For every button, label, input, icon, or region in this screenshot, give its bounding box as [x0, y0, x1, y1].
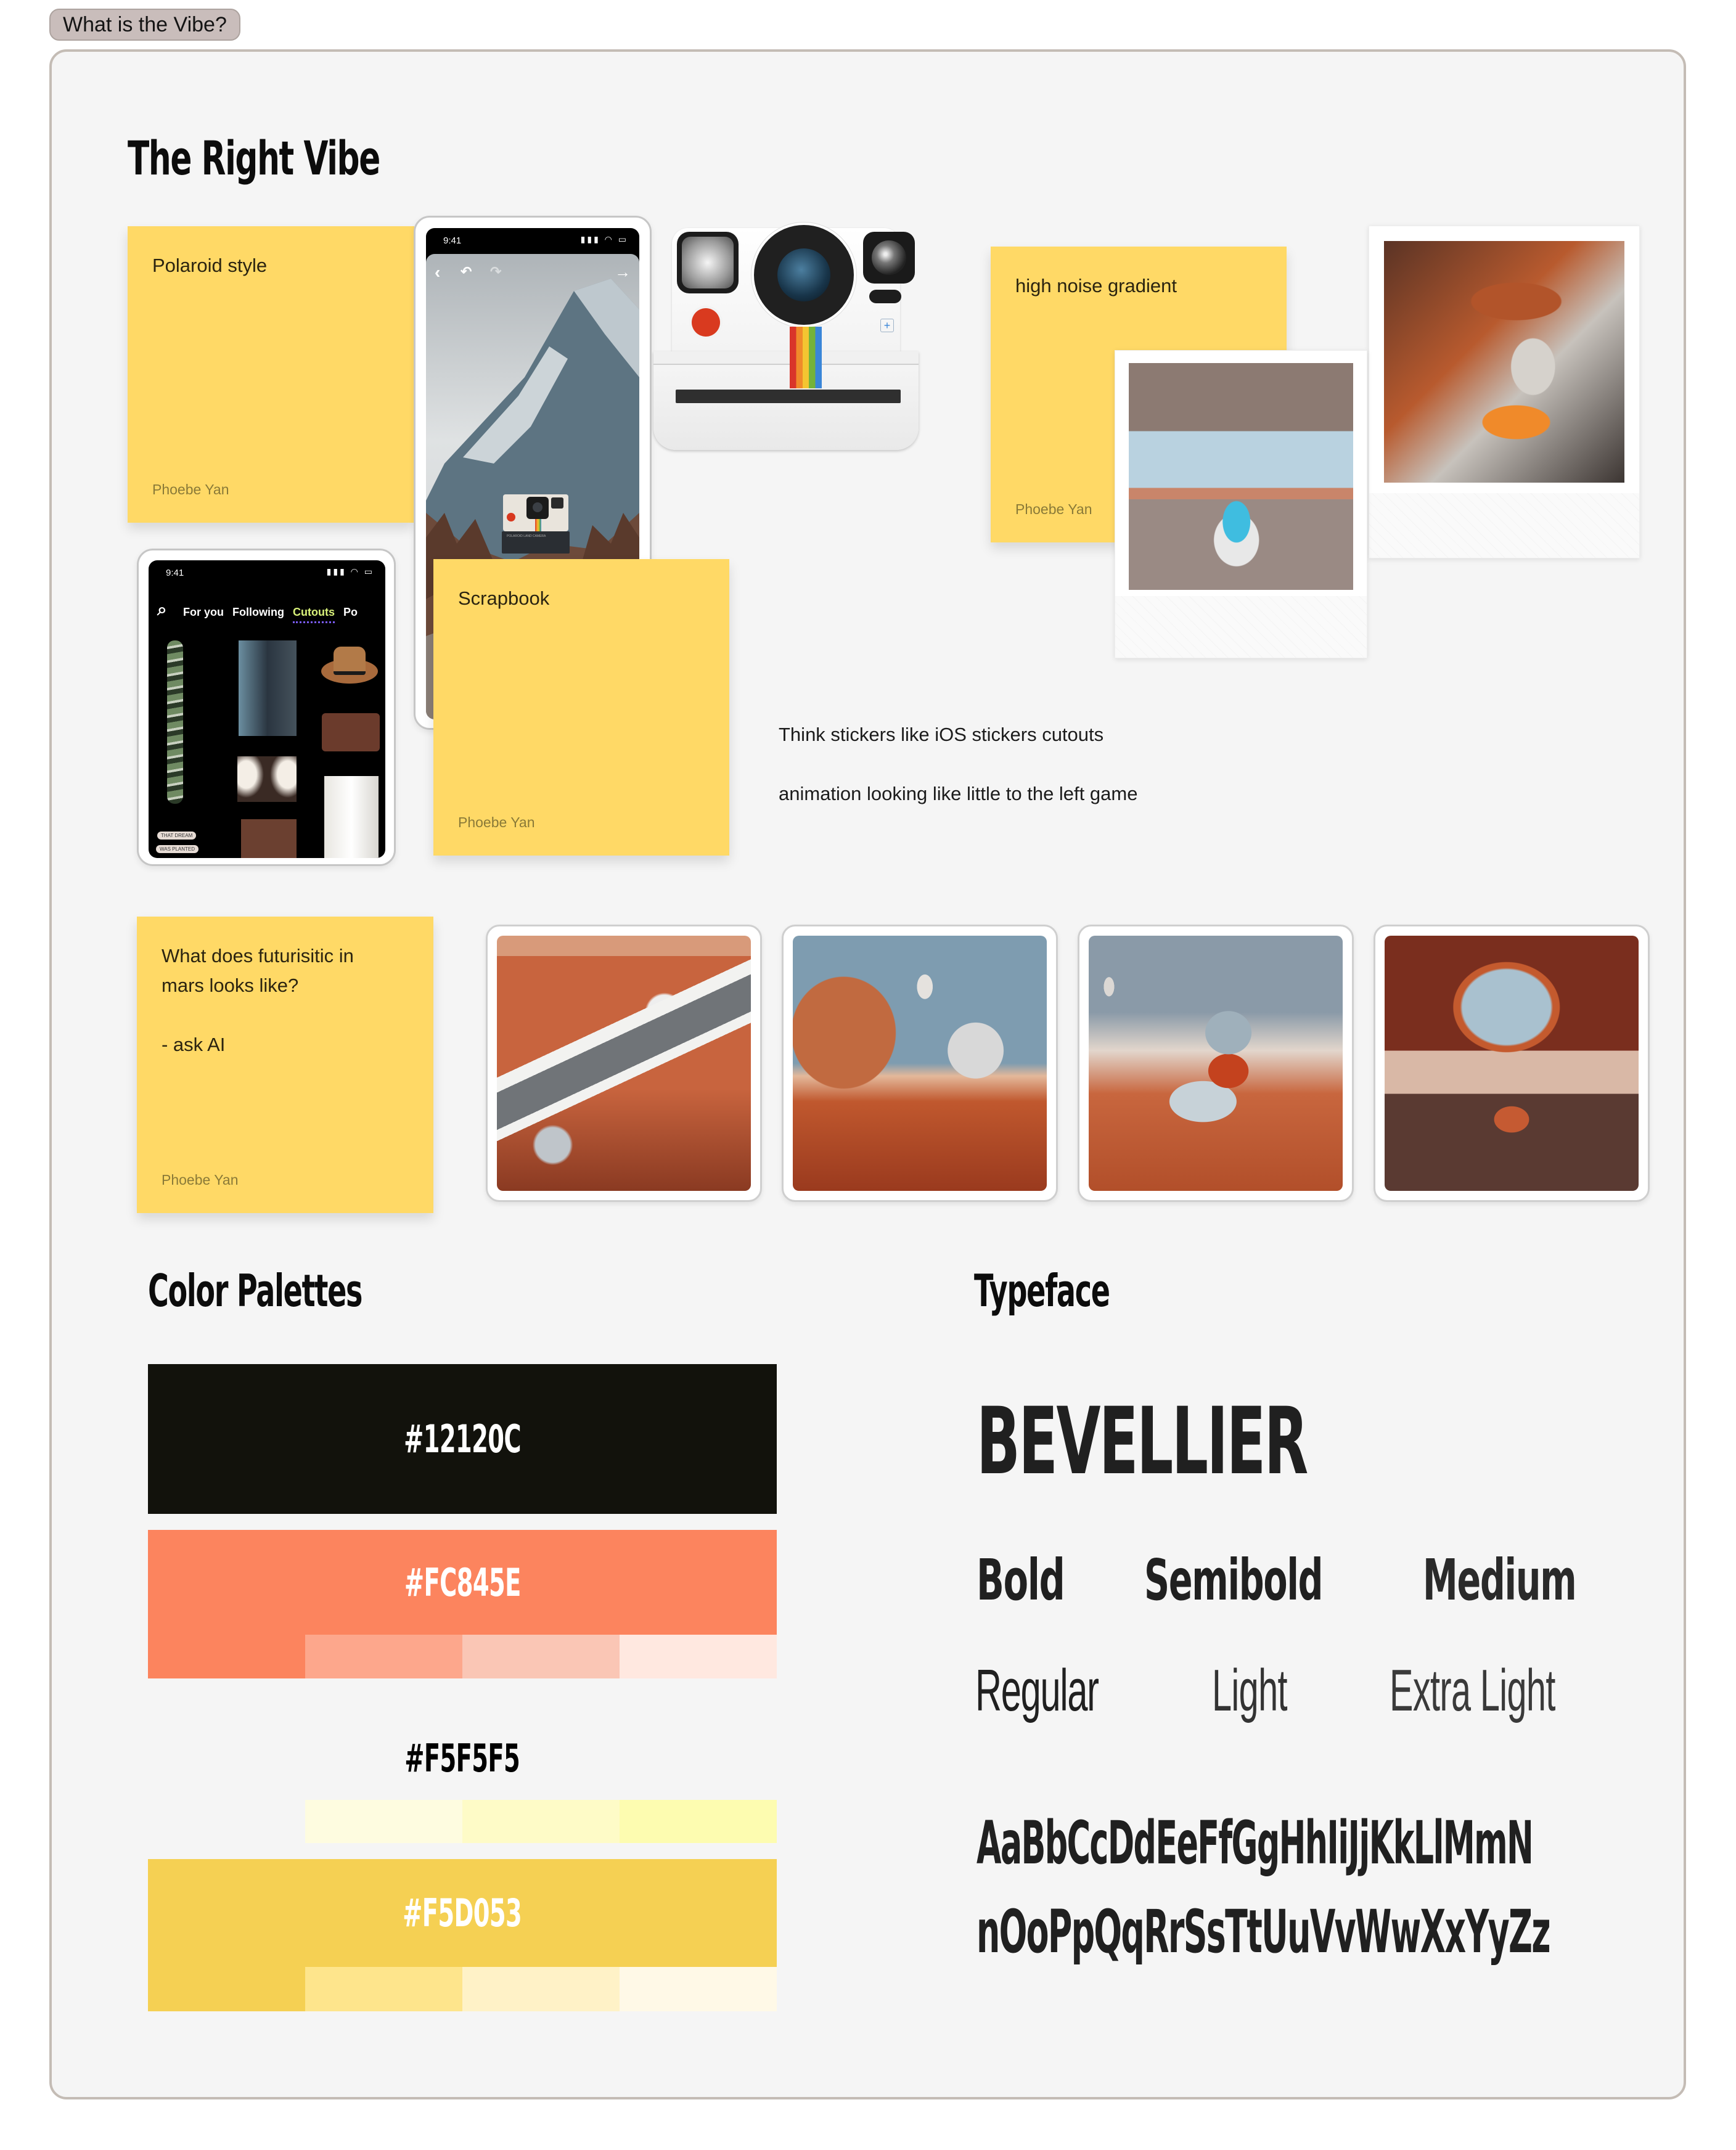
- weight-light: Light: [1212, 1657, 1288, 1723]
- status-time: 9:41: [443, 235, 462, 246]
- weight-extra-light: Extra Light: [1390, 1657, 1555, 1723]
- butterfly-sticker: [237, 756, 297, 802]
- sticky-author: Phoebe Yan: [162, 1172, 239, 1188]
- sticker-text-1: THAT DREAM: [157, 832, 197, 840]
- alphabet-line-2: nOoPpQqRrSsTtUuVvWwXxYyZz: [976, 1897, 1551, 1966]
- tint-1[interactable]: [305, 1800, 462, 1843]
- polaroid-camera-image: +: [653, 225, 919, 453]
- rainbow-stripe: [790, 327, 822, 388]
- feed-tabs: For you Following Cutouts Po: [183, 606, 358, 623]
- mars-image-card-2[interactable]: [782, 925, 1058, 1202]
- swatch-label: #12120C: [404, 1416, 521, 1461]
- window-seat-sticker: [239, 640, 297, 736]
- status-time: 9:41: [166, 568, 184, 578]
- robot-room-photo: [1129, 363, 1353, 590]
- book-sticker: [241, 819, 297, 858]
- polaroid-card-robot-room[interactable]: [1115, 350, 1367, 658]
- swatch-label: #FC845E: [404, 1559, 521, 1605]
- plus-icon: +: [880, 319, 894, 332]
- shutter-button-icon: [692, 308, 720, 337]
- sticky-text: What does futurisitic in mars looks like…: [162, 945, 354, 1055]
- weight-medium: Medium: [1423, 1547, 1577, 1613]
- redo-icon[interactable]: ↷: [490, 264, 501, 280]
- sticky-author: Phoebe Yan: [1015, 501, 1092, 517]
- lounge-photo: [1384, 241, 1624, 483]
- tab-for-you[interactable]: For you: [183, 606, 224, 623]
- ivy-sticker: [167, 640, 183, 804]
- status-bar: 9:41 ▮▮▮ ◠ ▭: [426, 228, 639, 253]
- tint-3[interactable]: [620, 1967, 777, 2011]
- typeface-name: BEVELLIER: [976, 1388, 1308, 1495]
- curtain-sticker: [324, 776, 379, 858]
- sticky-note-mars[interactable]: What does futurisitic in mars looks like…: [137, 917, 433, 1213]
- tab-cutouts[interactable]: Cutouts: [292, 606, 335, 623]
- mars-image-card-4[interactable]: [1374, 925, 1650, 1202]
- sticky-author: Phoebe Yan: [458, 814, 535, 830]
- mini-polaroid-camera: POLAROID LAND CAMERA: [502, 494, 570, 556]
- sticky-note-scrapbook[interactable]: Scrapbook Phoebe Yan: [433, 559, 729, 856]
- sticky-author: Phoebe Yan: [152, 481, 229, 497]
- polaroid-card-lounge[interactable]: [1369, 226, 1640, 558]
- sticky-text: high noise gradient: [1015, 275, 1177, 296]
- tint-2[interactable]: [462, 1967, 620, 2011]
- swatch-12120c[interactable]: #12120C: [148, 1364, 777, 1514]
- mars-domes-photo: [793, 936, 1047, 1191]
- phone-screen: 9:41 ▮▮▮ ◠ ▭ ⌕ For you Following Cutouts…: [149, 560, 385, 858]
- mars-image-card-1[interactable]: [486, 925, 762, 1202]
- mars-interior-photo: [1385, 936, 1639, 1191]
- viewfinder-icon: [863, 232, 915, 284]
- weight-bold: Bold: [976, 1547, 1065, 1613]
- mars-image-card-3[interactable]: [1078, 925, 1354, 1202]
- board-title: The Right Vibe: [128, 131, 380, 186]
- note-line-2: animation looking like little to the lef…: [779, 783, 1138, 804]
- swatch-f5d053[interactable]: #F5D053: [148, 1859, 777, 2011]
- undo-icon[interactable]: ↶: [461, 264, 472, 280]
- sticky-text: Polaroid style: [152, 255, 268, 276]
- camera-label: POLAROID LAND CAMERA: [507, 534, 546, 538]
- status-bar: 9:41 ▮▮▮ ◠ ▭: [149, 560, 385, 585]
- swatch-f5f5f5[interactable]: #F5F5F5: [148, 1696, 777, 1846]
- sticky-note-polaroid[interactable]: Polaroid style Phoebe Yan: [128, 226, 414, 523]
- forward-arrow-icon[interactable]: →: [615, 263, 631, 282]
- sticker-text-2: WAS PLANTED: [156, 845, 199, 853]
- search-icon[interactable]: ⌕: [157, 600, 167, 620]
- color-palettes-title: Color Palettes: [148, 1265, 362, 1317]
- suitcase-sticker: [322, 713, 380, 751]
- alphabet-line-1: AaBbCcDdEeFfGgHhIiJjKkLlMmN: [976, 1809, 1534, 1878]
- phone-mockup-cutouts[interactable]: 9:41 ▮▮▮ ◠ ▭ ⌕ For you Following Cutouts…: [137, 549, 396, 866]
- swatch-label: #F5F5F5: [404, 1735, 521, 1781]
- lens-icon: [754, 225, 854, 325]
- tint-2[interactable]: [462, 1800, 620, 1843]
- frame-label-text: What is the Vibe?: [63, 13, 227, 36]
- signal-wifi-battery-icon: ▮▮▮ ◠ ▭: [580, 234, 628, 244]
- tab-following[interactable]: Following: [232, 606, 284, 623]
- mars-egg-habitat-photo: [1089, 936, 1343, 1191]
- signal-wifi-battery-icon: ▮▮▮ ◠ ▭: [326, 566, 374, 576]
- weight-semibold: Semibold: [1144, 1547, 1323, 1613]
- sticky-text: Scrapbook: [458, 587, 550, 609]
- flash-icon: [677, 232, 739, 293]
- back-chevron-icon[interactable]: ‹: [435, 263, 440, 282]
- tint-2[interactable]: [462, 1635, 620, 1678]
- tab-more[interactable]: Po: [343, 606, 358, 623]
- frame-label[interactable]: What is the Vibe?: [49, 9, 240, 41]
- weight-regular: Regular: [975, 1657, 1099, 1723]
- notes-text-block[interactable]: Think stickers like iOS stickers cutouts…: [779, 720, 1173, 838]
- tint-1[interactable]: [305, 1635, 462, 1678]
- tint-3[interactable]: [620, 1800, 777, 1843]
- mars-solar-base-photo: [497, 936, 751, 1191]
- tint-1[interactable]: [305, 1967, 462, 2011]
- typeface-title: Typeface: [974, 1265, 1110, 1317]
- swatch-label: #F5D053: [403, 1890, 522, 1935]
- swatch-fc845e[interactable]: #FC845E: [148, 1530, 777, 1678]
- note-line-1: Think stickers like iOS stickers cutouts: [779, 724, 1104, 745]
- tint-3[interactable]: [620, 1635, 777, 1678]
